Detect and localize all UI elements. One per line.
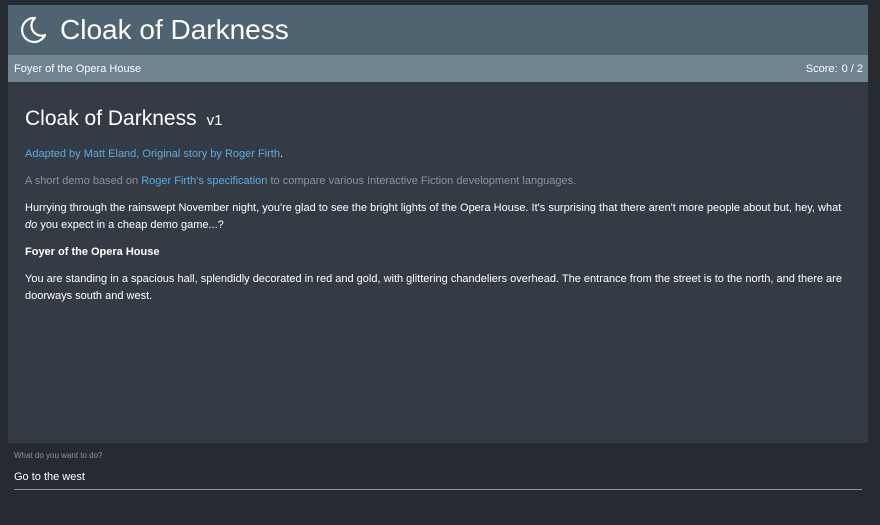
opening-emphasis: do [25,219,38,231]
room-description: You are standing in a spacious hall, spl… [25,273,842,302]
story-panel: Cloak of Darkness v1 Adapted by Matt Ela… [8,82,868,443]
original-story-link[interactable]: Original story by Roger Firth [142,148,280,160]
app-window: Cloak of Darkness Foyer of the Opera Hou… [8,5,868,520]
command-label: What do you want to do? [14,451,103,460]
app-title: Cloak of Darkness [60,14,289,45]
intro-before: A short demo based on [25,175,139,187]
app-header: Cloak of Darkness [8,5,868,55]
command-input[interactable] [14,465,862,490]
score-value: 0 / 2 [841,62,863,75]
status-bar: Foyer of the Opera House Score: 0 / 2 [8,55,868,82]
moon-icon [21,16,47,44]
adapted-by-link[interactable]: Adapted by Matt Eland [25,148,136,160]
intro-after: to compare various Interactive Fiction d… [270,175,577,187]
story-version: v1 [206,112,223,129]
story-credits: Adapted by Matt Eland, Original story by… [25,146,851,163]
story-heading: Cloak of Darkness v1 [25,106,851,132]
current-location: Foyer of the Opera House [14,62,142,75]
credits-separator: , [136,148,140,160]
credits-period: . [279,148,284,160]
opening-after: you expect in a cheap demo game...? [40,219,224,231]
score-label: Score: [805,62,838,75]
opening-paragraph: Hurrying through the rainswept November … [25,200,851,234]
story-title: Cloak of Darkness [25,107,197,130]
room-name: Foyer of the Opera House [25,246,160,258]
score-display: Score: 0 / 2 [806,63,863,75]
story-intro: A short demo based on Roger Firth's spec… [25,173,851,190]
opening-before: Hurrying through the rainswept November … [25,202,842,214]
specification-link[interactable]: Roger Firth's specification [141,175,267,187]
command-area: What do you want to do? [8,443,868,520]
